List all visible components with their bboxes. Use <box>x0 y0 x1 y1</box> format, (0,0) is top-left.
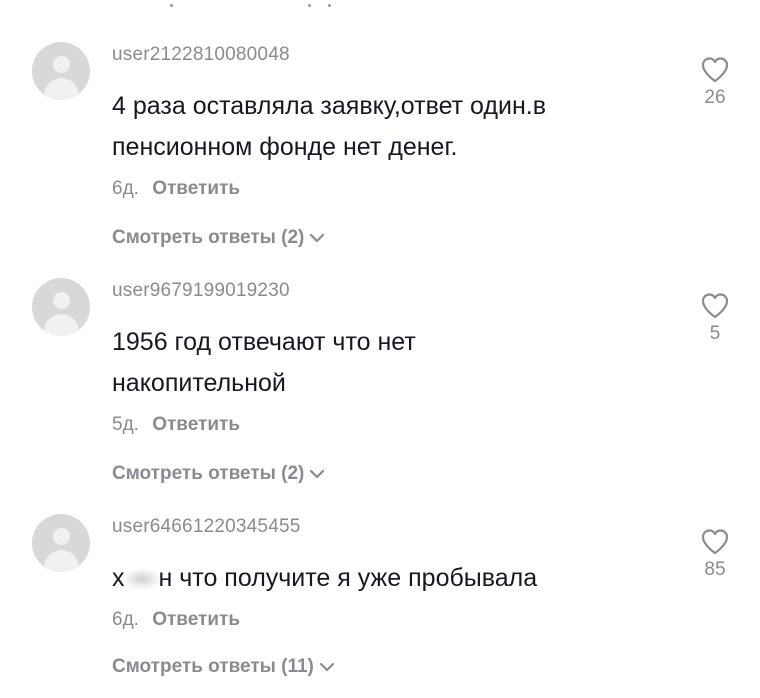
like-count: 26 <box>704 87 726 108</box>
comment-meta: 6д. Ответить <box>112 609 240 631</box>
view-replies-button[interactable]: Смотреть ответы (2) <box>112 227 326 249</box>
view-replies-button[interactable]: Смотреть ответы (2) <box>112 463 326 485</box>
comment-text-end: н что получите я уже пробывала <box>158 564 538 592</box>
view-replies-label: Смотреть ответы (2) <box>112 227 305 248</box>
reply-button[interactable]: Ответить <box>152 609 240 630</box>
comment-item: user64661220345455 хн что получите я уже… <box>0 514 760 698</box>
like-count: 85 <box>704 559 726 580</box>
comment-username[interactable]: user2122810080048 <box>112 44 290 66</box>
comment-age: 5д. <box>112 414 139 435</box>
comment-item: user2122810080048 4 раза оставляла заявк… <box>0 42 760 262</box>
like-button[interactable]: 26 <box>690 56 740 109</box>
like-count: 5 <box>709 323 721 344</box>
like-button[interactable]: 85 <box>690 528 740 581</box>
comment-text: хн что получите я уже пробывала <box>112 558 672 599</box>
heart-icon <box>701 57 729 83</box>
heart-icon <box>701 293 729 319</box>
avatar-icon[interactable] <box>32 42 90 100</box>
comment-age: 6д. <box>112 178 139 199</box>
chevron-down-icon <box>310 233 325 243</box>
view-replies-label: Смотреть ответы (11) <box>112 656 314 677</box>
comment-text: 1956 год отвечают что нет накопительной <box>112 328 416 397</box>
comment-age: 6д. <box>112 609 139 630</box>
avatar-icon[interactable] <box>32 514 90 572</box>
reply-button[interactable]: Ответить <box>152 414 240 435</box>
chevron-down-icon <box>310 469 325 479</box>
top-dots-decoration <box>160 0 360 12</box>
view-replies-label: Смотреть ответы (2) <box>112 463 305 484</box>
like-button[interactable]: 5 <box>690 292 740 345</box>
comment-meta: 5д. Ответить <box>112 414 240 436</box>
avatar-icon[interactable] <box>32 278 90 336</box>
comment-text: 4 раза оставляла заявку,ответ один.в пен… <box>112 92 546 161</box>
comment-username[interactable]: user64661220345455 <box>112 516 301 538</box>
chevron-down-icon <box>319 662 334 672</box>
comment-item: user9679199019230 1956 год отвечают что … <box>0 278 760 498</box>
heart-icon <box>701 529 729 555</box>
reply-button[interactable]: Ответить <box>152 178 240 199</box>
comment-username[interactable]: user9679199019230 <box>112 280 290 302</box>
censored-blur <box>122 569 161 590</box>
view-replies-button[interactable]: Смотреть ответы (11) <box>112 656 336 678</box>
comment-meta: 6д. Ответить <box>112 178 240 200</box>
